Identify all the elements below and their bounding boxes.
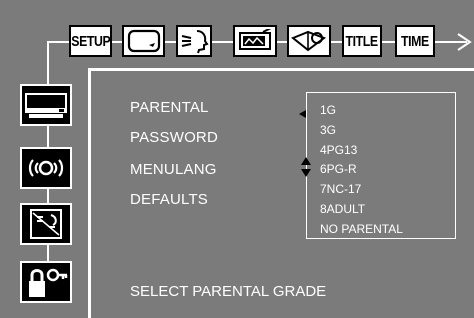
tv-screen-icon xyxy=(127,29,160,53)
map-icon xyxy=(30,209,62,239)
option-4pg13[interactable]: 4PG13 xyxy=(320,143,357,157)
option-no-parental[interactable]: NO PARENTAL xyxy=(320,222,403,236)
updown-cursor-icon xyxy=(301,157,311,177)
side-tab-speaker[interactable] xyxy=(20,147,72,189)
option-3g[interactable]: 3G xyxy=(320,123,336,137)
tab-video[interactable] xyxy=(233,25,277,57)
tab-audio[interactable] xyxy=(176,25,212,57)
lock-key-icon xyxy=(29,268,68,297)
tab-time[interactable]: TIME xyxy=(395,25,435,57)
dvd-player-icon xyxy=(25,93,67,118)
speaking-head-icon xyxy=(181,30,209,54)
menu-item-menulang[interactable]: MENULANG xyxy=(130,161,217,178)
menu-item-password[interactable]: PASSWORD xyxy=(130,129,218,146)
tab-setup-label: SETUP xyxy=(71,32,110,50)
tab-title-label: TITLE xyxy=(345,32,379,50)
menu-item-parental[interactable]: PARENTAL xyxy=(130,99,209,116)
tab-time-label: TIME xyxy=(401,32,429,50)
option-8adult[interactable]: 8ADULT xyxy=(320,202,365,216)
option-7nc-17[interactable]: 7NC-17 xyxy=(320,182,361,196)
option-1g[interactable]: 1G xyxy=(320,103,336,117)
tab-title[interactable]: TITLE xyxy=(342,25,382,57)
speaker-waves-icon xyxy=(28,159,64,177)
tab-setup[interactable]: SETUP xyxy=(69,25,112,57)
tab-display[interactable] xyxy=(122,25,165,57)
side-tab-player[interactable] xyxy=(20,84,72,126)
side-tab-lock[interactable] xyxy=(20,261,72,303)
video-monitor-icon xyxy=(239,29,272,50)
menu-item-defaults[interactable]: DEFAULTS xyxy=(130,191,208,208)
book-icon xyxy=(291,30,327,52)
current-selection-arrow-icon xyxy=(299,110,306,118)
option-6pg-r[interactable]: 6PG-R xyxy=(320,162,357,176)
status-hint: SELECT PARENTAL GRADE xyxy=(130,283,327,300)
side-tab-map[interactable] xyxy=(20,203,72,245)
tab-language[interactable] xyxy=(287,25,331,57)
arrow-right-icon xyxy=(457,33,472,51)
